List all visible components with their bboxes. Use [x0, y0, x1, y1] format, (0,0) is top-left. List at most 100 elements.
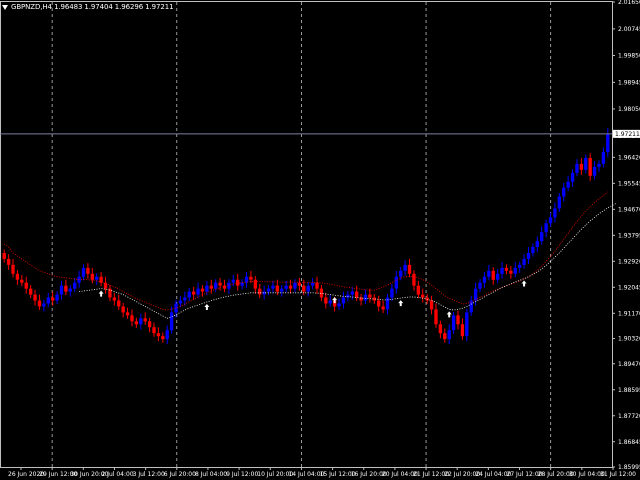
candle-body	[310, 282, 315, 286]
candle-body	[328, 300, 332, 304]
candle-body	[526, 252, 531, 259]
candle-body	[293, 282, 297, 289]
triangle-down-icon[interactable]	[2, 4, 8, 10]
candle-body	[2, 252, 6, 259]
y-tick-label: 1.89470	[618, 361, 640, 368]
y-tick-label: 1.92920	[618, 258, 640, 265]
candle-body	[28, 288, 33, 295]
y-tick-label: 1.86845	[618, 439, 640, 446]
candle-body	[394, 276, 398, 289]
y-tick-label: 1.91170	[618, 310, 640, 317]
up-arrow-icon	[332, 297, 338, 304]
candle-body	[125, 312, 130, 316]
candle-body	[399, 270, 403, 277]
candle-body	[447, 330, 451, 340]
candle-body	[500, 267, 504, 274]
candle-body	[306, 285, 310, 292]
candle-body	[275, 285, 280, 292]
y-tick-label: 1.85995	[618, 464, 640, 471]
candle-body	[540, 232, 544, 242]
candle-body	[566, 181, 570, 188]
candle-body	[205, 285, 209, 292]
candle-body	[421, 294, 425, 298]
y-tick-label: 1.93795	[618, 232, 640, 239]
candle-body	[354, 291, 359, 298]
y-tick-label: 1.98945	[618, 79, 640, 86]
price-chart[interactable]: 26 Jun 202029 Jun 12:0030 Jun 20:002 Jul…	[0, 0, 640, 480]
candle-body	[218, 282, 222, 286]
candle-body	[575, 163, 579, 173]
candle-body	[518, 264, 522, 268]
candle-body	[236, 279, 240, 286]
candle-body	[377, 300, 381, 307]
candle-body	[487, 270, 491, 277]
candle-body	[491, 270, 495, 280]
y-tick-label: 1.90320	[618, 336, 640, 343]
candle-body	[81, 267, 86, 277]
candle-body	[315, 282, 319, 289]
y-tick-label: 1.99850	[618, 52, 640, 59]
candle-body	[606, 133, 610, 152]
candle-body	[161, 336, 165, 340]
candle-body	[209, 285, 213, 289]
y-tick-label: 1.95545	[618, 180, 640, 187]
candle-body	[495, 273, 500, 280]
y-tick-label: 1.96420	[618, 154, 640, 161]
candle-body	[513, 267, 517, 274]
candle-body	[200, 288, 205, 292]
candle-body	[346, 294, 350, 298]
candle-body	[535, 241, 539, 248]
candle-body	[363, 294, 368, 301]
ohlc-values: 1.96483 1.97404 1.96296 1.97211	[54, 3, 174, 11]
candle-body	[240, 282, 244, 286]
candle-body	[95, 276, 99, 280]
candle-body	[11, 264, 15, 274]
up-arrow-icon	[398, 300, 404, 307]
candle-body	[266, 288, 271, 292]
current-price-label: 1.97211	[615, 131, 640, 138]
y-tick-label: 1.98050	[618, 106, 640, 113]
candle-body	[381, 306, 385, 310]
candle-body	[407, 264, 412, 274]
candle-body	[187, 291, 191, 298]
y-tick-label: 1.88595	[618, 387, 640, 394]
candle-body	[588, 157, 592, 176]
candle-body	[416, 285, 421, 295]
candle-body	[368, 294, 372, 298]
candle-body	[196, 288, 200, 295]
x-tick-label: 3 Jul 12:00	[133, 471, 165, 478]
x-tick-label: 8 Jul 04:00	[195, 471, 227, 478]
candle-body	[73, 282, 77, 289]
candle-body	[522, 258, 526, 265]
up-arrow-icon	[204, 304, 210, 310]
up-arrow-icon	[446, 311, 452, 318]
candle-body	[165, 330, 169, 340]
candle-body	[302, 285, 306, 292]
candle-body	[86, 267, 90, 274]
chart-window[interactable]: 26 Jun 2020 29 Jun 12:00 30 Jun 20:00 2 Jul…	[0, 0, 640, 480]
candle-body	[456, 315, 460, 325]
candle-body	[324, 297, 328, 304]
candle-body	[280, 288, 284, 292]
y-tick-label: 2.00745	[618, 26, 640, 33]
candle-body	[46, 297, 50, 304]
candle-body	[443, 333, 447, 340]
candle-body	[592, 166, 597, 176]
candle-body	[482, 276, 487, 283]
candle-body	[64, 285, 68, 292]
candle-body	[271, 285, 275, 289]
candle-body	[544, 223, 548, 233]
candle-body	[297, 282, 302, 286]
y-tick-label: 1.94670	[618, 206, 640, 213]
candle-body	[121, 306, 125, 313]
candle-body	[112, 297, 117, 301]
candle-body	[37, 300, 42, 307]
candle-body	[548, 217, 553, 224]
candle-body	[214, 282, 218, 289]
x-tick-label: 31 Jul 12:00	[600, 471, 636, 478]
candle-body	[284, 285, 288, 289]
candle-body	[147, 321, 152, 328]
candle-body	[531, 247, 535, 253]
candle-body	[553, 208, 557, 218]
candle-body	[341, 297, 346, 304]
